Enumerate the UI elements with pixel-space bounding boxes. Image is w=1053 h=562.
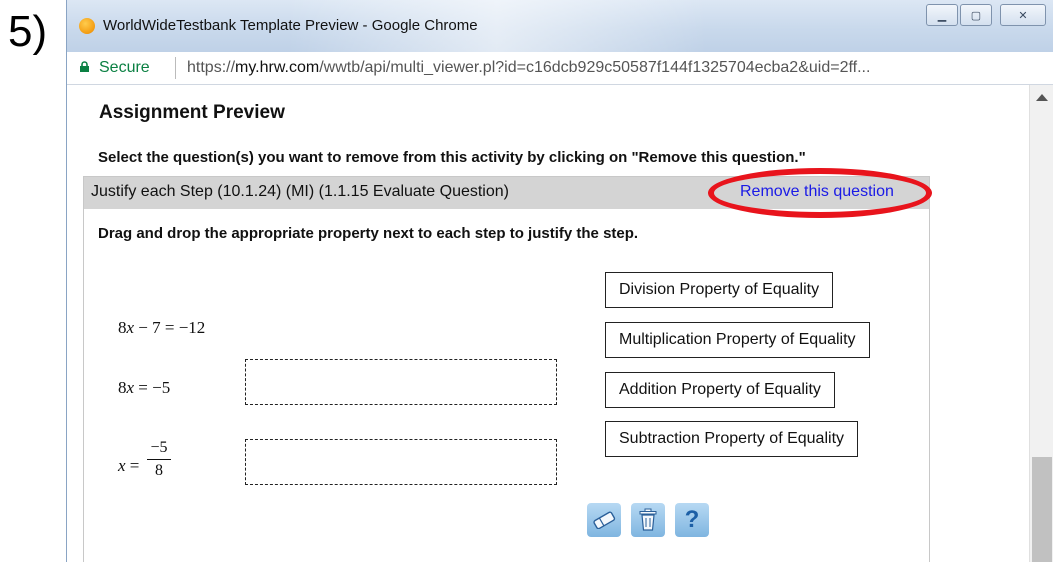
minimize-icon: ▁ (937, 9, 947, 22)
scroll-thumb[interactable] (1032, 457, 1052, 562)
drop-zone-step-2[interactable] (245, 359, 557, 405)
question-card: Justify each Step (10.1.24) (MI) (1.1.15… (83, 168, 932, 562)
lock-icon (80, 61, 89, 72)
trash-icon (639, 508, 657, 531)
address-separator (175, 57, 176, 79)
property-tile-addition[interactable]: Addition Property of Equality (605, 372, 835, 408)
property-tile-subtraction[interactable]: Subtraction Property of Equality (605, 421, 859, 457)
window-title: WorldWideTestbank Template Preview - Goo… (103, 17, 478, 34)
fraction-bar (147, 459, 171, 460)
step3-numerator: −5 (150, 439, 168, 456)
step3-eq: = (125, 456, 140, 475)
equation-step-1: 8x − 7 = −12 (118, 318, 205, 338)
question-title: Justify each Step (10.1.24) (MI) (1.1.15… (91, 183, 509, 200)
instructions-text: Select the question(s) you want to remov… (98, 149, 806, 166)
step1-var: x (126, 318, 135, 337)
question-header: Justify each Step (10.1.24) (MI) (1.1.15… (84, 168, 932, 218)
step3-denominator: 8 (155, 462, 163, 479)
step2-coef: 8 (118, 378, 127, 397)
trash-button[interactable] (631, 503, 665, 537)
close-icon: ✕ (1018, 9, 1028, 22)
maximize-icon: ▢ (970, 9, 982, 22)
secure-label: Secure (99, 59, 150, 76)
step2-var: x (126, 378, 135, 397)
window-controls: ▁ ▢ ✕ (924, 4, 1046, 26)
property-tile-division[interactable]: Division Property of Equality (605, 272, 834, 308)
step-number: 5) (8, 7, 48, 56)
property-tile-multiplication[interactable]: Multiplication Property of Equality (605, 322, 870, 358)
question-prompt: Drag and drop the appropriate property n… (98, 225, 639, 242)
step1-coef: 8 (118, 318, 127, 337)
eraser-button[interactable] (587, 503, 621, 537)
close-button[interactable]: ✕ (1000, 4, 1046, 26)
equation-step-2: 8x = −5 (118, 378, 170, 398)
drop-zone-step-3[interactable] (245, 439, 557, 485)
help-button[interactable]: ? (675, 503, 709, 537)
browser-window: WorldWideTestbank Template Preview - Goo… (66, 0, 1053, 562)
title-bar[interactable]: WorldWideTestbank Template Preview - Goo… (67, 0, 1053, 52)
url-host: my.hrw.com (235, 59, 320, 76)
step3-var: x (118, 456, 126, 475)
step3-fraction: −5 8 (147, 439, 171, 480)
minimize-button[interactable]: ▁ (926, 4, 958, 26)
page-title: Assignment Preview (99, 102, 285, 123)
remove-question-link[interactable]: Remove this question (740, 183, 894, 201)
page-content: Assignment Preview Select the question(s… (67, 85, 1029, 562)
step1-rest: − 7 = −12 (134, 318, 206, 337)
address-bar[interactable]: Secure https://my.hrw.com/wwtb/api/multi… (67, 52, 1053, 85)
eraser-icon (593, 511, 616, 529)
url-field[interactable]: https://my.hrw.com/wwtb/api/multi_viewer… (187, 59, 870, 77)
equation-step-3: x = (118, 456, 139, 476)
vertical-scrollbar[interactable] (1029, 85, 1053, 562)
scroll-up-arrow-icon[interactable] (1036, 94, 1048, 101)
maximize-button[interactable]: ▢ (960, 4, 992, 26)
chrome-logo-icon (79, 18, 95, 34)
url-scheme: https:// (187, 59, 236, 76)
help-icon: ? (684, 506, 700, 533)
url-path: /wwtb/api/multi_viewer.pl?id=c16dcb929c5… (319, 59, 871, 76)
step2-rest: = −5 (134, 378, 171, 397)
